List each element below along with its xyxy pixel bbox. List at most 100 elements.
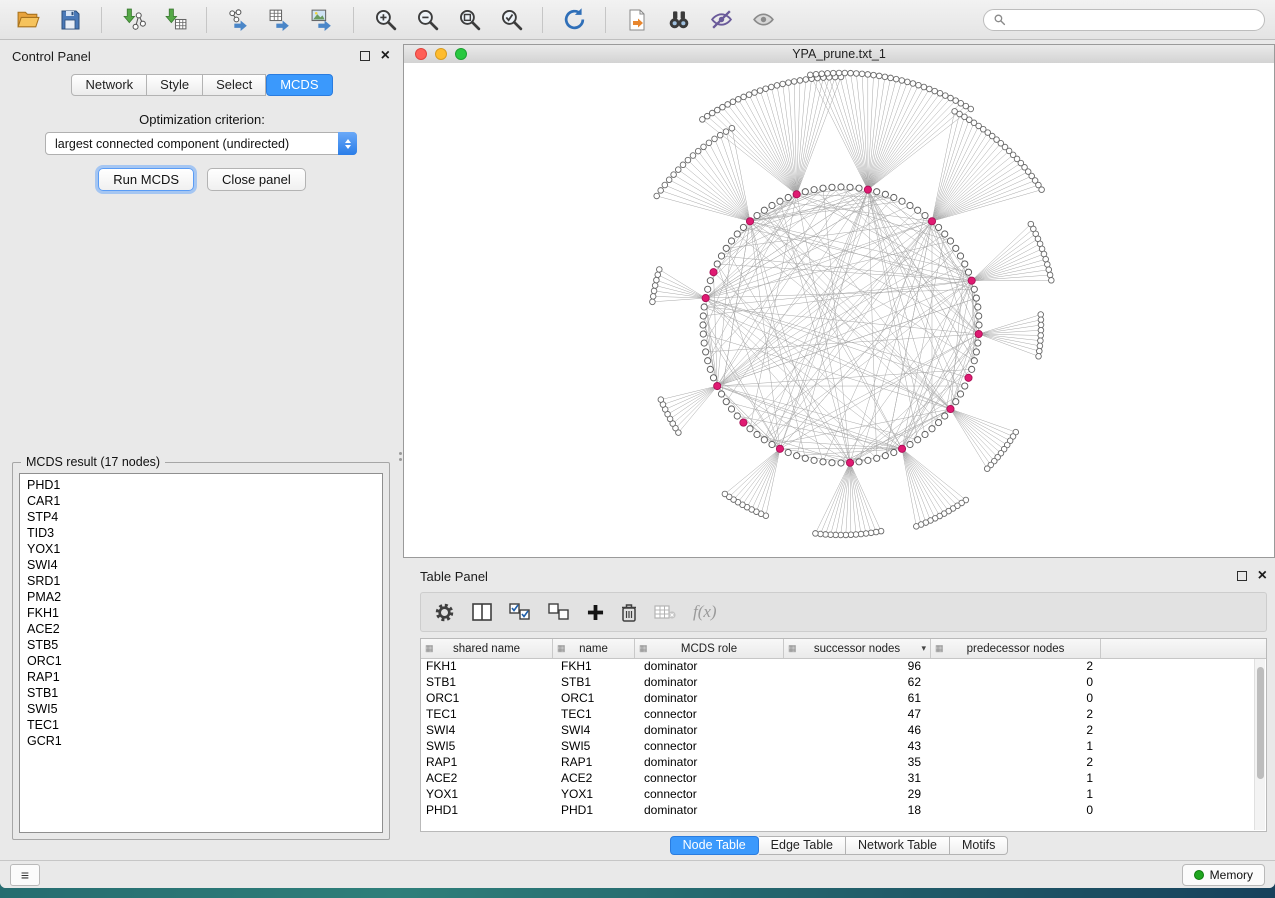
tab-network-table[interactable]: Network Table <box>846 836 950 855</box>
mcds-result-item[interactable]: TEC1 <box>20 717 382 733</box>
node-table-cell: YOX1 <box>421 787 553 801</box>
node-table-row[interactable]: SWI4SWI4dominator462 <box>421 722 1266 738</box>
delete-column-icon[interactable] <box>621 603 637 622</box>
mcds-result-item[interactable]: RAP1 <box>20 669 382 685</box>
node-table-row[interactable]: STB1STB1dominator620 <box>421 674 1266 690</box>
minimize-window-icon[interactable] <box>435 48 447 60</box>
select-all-icon[interactable] <box>509 603 531 621</box>
mcds-result-item[interactable]: CAR1 <box>20 493 382 509</box>
node-table-cell: connector <box>635 771 784 785</box>
refresh-network-button[interactable] <box>556 4 592 36</box>
mcds-result-item[interactable]: TID3 <box>20 525 382 541</box>
tab-edge-table[interactable]: Edge Table <box>759 836 846 855</box>
mcds-result-item[interactable]: STB5 <box>20 637 382 653</box>
column-header-shared-name[interactable]: ▦ shared name <box>421 639 553 658</box>
network-view-window: YPA_prune.txt_1 <box>403 44 1275 558</box>
hide-selected-button[interactable] <box>703 4 739 36</box>
mcds-result-item[interactable]: YOX1 <box>20 541 382 557</box>
node-table-row[interactable]: SWI5SWI5connector431 <box>421 738 1266 754</box>
zoom-in-button[interactable] <box>367 4 403 36</box>
node-table-row[interactable]: RAP1RAP1dominator352 <box>421 754 1266 770</box>
node-table-cell: PHD1 <box>553 803 635 817</box>
node-table-row[interactable]: PHD1PHD1dominator180 <box>421 802 1266 818</box>
node-table-cell: 1 <box>931 739 1101 753</box>
dropdown-stepper-icon <box>338 132 357 155</box>
mcds-result-item[interactable]: SWI4 <box>20 557 382 573</box>
maximize-window-icon[interactable] <box>455 48 467 60</box>
node-table-row[interactable]: TEC1TEC1connector472 <box>421 706 1266 722</box>
save-session-button[interactable] <box>52 4 88 36</box>
show-all-button[interactable] <box>745 4 781 36</box>
float-panel-icon[interactable] <box>1237 571 1247 581</box>
node-table-cell: 31 <box>784 771 931 785</box>
close-panel-button[interactable]: Close panel <box>207 168 306 191</box>
table-scrollbar[interactable] <box>1254 659 1265 830</box>
global-search[interactable] <box>983 9 1265 31</box>
mcds-result-item[interactable]: ACE2 <box>20 621 382 637</box>
node-table-cell: 29 <box>784 787 931 801</box>
open-file-button[interactable] <box>10 4 46 36</box>
network-window-titlebar: YPA_prune.txt_1 <box>404 45 1274 64</box>
mcds-result-item[interactable]: GCR1 <box>20 733 382 749</box>
deselect-all-icon[interactable] <box>548 603 570 621</box>
control-panel-titlebar: Control Panel × <box>6 44 398 68</box>
import-network-button[interactable] <box>115 4 151 36</box>
mcds-result-item[interactable]: STB1 <box>20 685 382 701</box>
delete-table-icon-disabled <box>654 604 676 620</box>
column-header-successor-nodes[interactable]: ▦ successor nodes ▾ <box>784 639 931 658</box>
status-bar: ≡ Memory <box>0 860 1275 888</box>
new-network-from-selection-button[interactable] <box>619 4 655 36</box>
search-input[interactable] <box>1012 12 1255 28</box>
tab-select[interactable]: Select <box>203 74 266 96</box>
close-window-icon[interactable] <box>415 48 427 60</box>
table-panel-titlebar: Table Panel × <box>403 565 1275 587</box>
criterion-dropdown[interactable]: largest connected component (undirected) <box>45 132 357 155</box>
add-column-icon[interactable] <box>587 604 604 621</box>
mcds-result-item[interactable]: STP4 <box>20 509 382 525</box>
memory-button[interactable]: Memory <box>1182 864 1265 886</box>
mcds-result-item[interactable]: ORC1 <box>20 653 382 669</box>
panel-splitter[interactable] <box>398 448 402 464</box>
tab-style[interactable]: Style <box>147 74 203 96</box>
network-graph <box>404 63 1274 557</box>
gear-icon[interactable] <box>434 602 455 623</box>
mcds-result-item[interactable]: SWI5 <box>20 701 382 717</box>
mcds-result-item[interactable]: PMA2 <box>20 589 382 605</box>
node-table-row[interactable]: ACE2ACE2connector311 <box>421 770 1266 786</box>
tab-motifs[interactable]: Motifs <box>950 836 1008 855</box>
node-table-cell: connector <box>635 787 784 801</box>
zoom-out-button[interactable] <box>409 4 445 36</box>
node-table-cell: STB1 <box>421 675 553 689</box>
tab-mcds[interactable]: MCDS <box>266 74 332 96</box>
import-table-button[interactable] <box>157 4 193 36</box>
close-panel-icon[interactable]: × <box>1258 569 1267 583</box>
node-table-cell: connector <box>635 739 784 753</box>
zoom-selected-button[interactable] <box>493 4 529 36</box>
tab-node-table[interactable]: Node Table <box>670 836 759 855</box>
run-mcds-button[interactable]: Run MCDS <box>98 168 194 191</box>
node-table-row[interactable]: ORC1ORC1dominator610 <box>421 690 1266 706</box>
mcds-result-item[interactable]: SRD1 <box>20 573 382 589</box>
node-table-row[interactable]: FKH1FKH1dominator962 <box>421 658 1266 674</box>
scrollbar-thumb[interactable] <box>1257 667 1264 779</box>
float-panel-icon[interactable] <box>360 51 370 61</box>
network-canvas[interactable] <box>404 63 1274 557</box>
zoom-fit-button[interactable] <box>451 4 487 36</box>
search-network-button[interactable] <box>661 4 697 36</box>
mcds-result-item[interactable]: FKH1 <box>20 605 382 621</box>
show-columns-icon[interactable] <box>472 603 492 621</box>
close-panel-icon[interactable]: × <box>381 49 390 63</box>
export-table-button[interactable] <box>262 4 298 36</box>
node-table-cell: 2 <box>931 659 1101 673</box>
export-image-button[interactable] <box>304 4 340 36</box>
mcds-result-item[interactable]: PHD1 <box>20 477 382 493</box>
save-icon <box>58 8 82 32</box>
column-header-mcds-role[interactable]: ▦ MCDS role <box>635 639 784 658</box>
column-header-predecessor-nodes[interactable]: ▦ predecessor nodes <box>931 639 1101 658</box>
node-table-row[interactable]: YOX1YOX1connector291 <box>421 786 1266 802</box>
status-menu-button[interactable]: ≡ <box>10 864 40 886</box>
column-header-name[interactable]: ▦ name <box>553 639 635 658</box>
tab-network[interactable]: Network <box>71 74 147 96</box>
export-network-button[interactable] <box>220 4 256 36</box>
mcds-result-list[interactable]: PHD1CAR1STP4TID3YOX1SWI4SRD1PMA2FKH1ACE2… <box>19 473 383 833</box>
